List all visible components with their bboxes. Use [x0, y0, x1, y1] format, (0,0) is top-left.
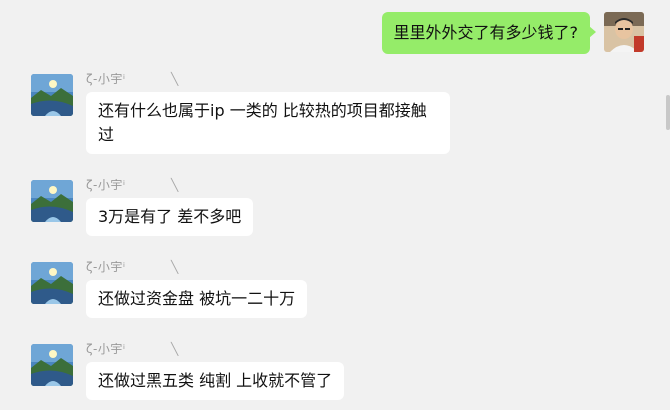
- scrollbar[interactable]: [666, 95, 670, 130]
- incoming-bubble[interactable]: 3万是有了 差不多吧: [86, 198, 254, 236]
- incoming-bubble[interactable]: 还有什么也属于ip 一类的 比较热的项目都接触过: [86, 92, 450, 154]
- landscape-avatar-icon: [31, 262, 73, 304]
- sender-badge: ╲: [171, 260, 179, 274]
- sender-name: ζ-小宇ⁱ: [86, 342, 126, 356]
- landscape-avatar-icon: [31, 180, 73, 222]
- contact-avatar[interactable]: [31, 74, 73, 116]
- sender-badge: ╲: [171, 72, 179, 86]
- outgoing-bubble[interactable]: 里里外外交了有多少钱了?: [381, 12, 596, 54]
- my-avatar[interactable]: [604, 12, 644, 52]
- sender-badge: ╲: [171, 342, 179, 356]
- sender-badge: ╲: [171, 178, 179, 192]
- landscape-avatar-icon: [31, 344, 73, 386]
- contact-avatar[interactable]: [31, 180, 73, 222]
- my-avatar-photo: [604, 12, 644, 52]
- outgoing-message: 里里外外交了有多少钱了?: [381, 12, 644, 54]
- sender-name: ζ-小宇ⁱ: [86, 178, 126, 192]
- contact-avatar[interactable]: [31, 262, 73, 304]
- incoming-bubble[interactable]: 还做过黑五类 纯割 上收就不管了: [86, 362, 345, 400]
- contact-avatar[interactable]: [31, 344, 73, 386]
- chat-history[interactable]: 里里外外交了有多少钱了? ζ-小宇ⁱ ╲ 还有什么也属于ip 一类的 比较热的项…: [0, 0, 670, 410]
- landscape-avatar-icon: [31, 74, 73, 116]
- sender-name: ζ-小宇ⁱ: [86, 72, 126, 86]
- sender-name: ζ-小宇ⁱ: [86, 260, 126, 274]
- incoming-bubble[interactable]: 还做过资金盘 被坑一二十万: [86, 280, 308, 318]
